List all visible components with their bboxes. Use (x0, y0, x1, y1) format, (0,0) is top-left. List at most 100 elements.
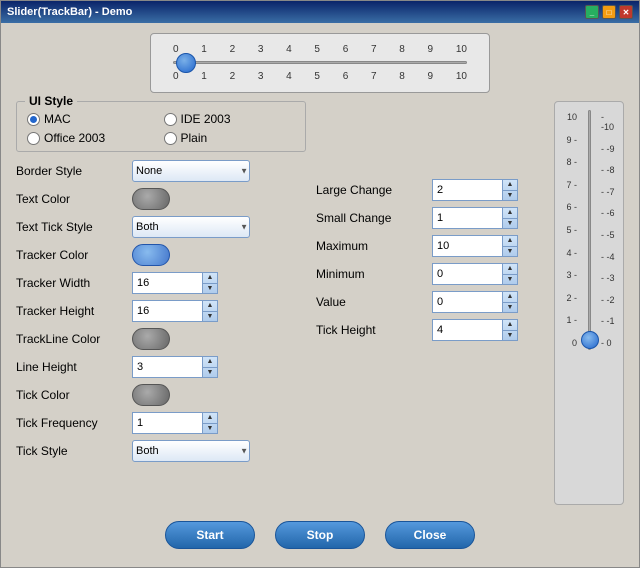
tick-height-label: Tick Height (316, 323, 426, 337)
small-change-spinner: ▲ ▼ (432, 207, 518, 229)
maximum-input[interactable] (432, 235, 502, 257)
radio-office2003-circle[interactable] (27, 132, 40, 145)
radio-plain[interactable]: Plain (164, 131, 296, 145)
stop-button[interactable]: Stop (275, 521, 365, 549)
tracker-height-arrows: ▲ ▼ (202, 300, 218, 322)
large-change-row: Large Change ▲ ▼ (316, 179, 544, 201)
tracker-width-input[interactable] (132, 272, 202, 294)
ui-style-title: UI Style (25, 94, 77, 108)
large-change-up[interactable]: ▲ (503, 180, 517, 191)
tick-frequency-down[interactable]: ▼ (203, 424, 217, 434)
minimize-button[interactable]: _ (585, 5, 599, 19)
small-change-up[interactable]: ▲ (503, 208, 517, 219)
line-height-arrows: ▲ ▼ (202, 356, 218, 378)
minimum-up[interactable]: ▲ (503, 264, 517, 275)
minimum-input[interactable] (432, 263, 502, 285)
tick-height-spinner: ▲ ▼ (432, 319, 518, 341)
tick-style-select[interactable]: Both Top Bottom None (132, 440, 250, 462)
value-down[interactable]: ▼ (503, 303, 517, 313)
close-window-button[interactable]: ✕ (619, 5, 633, 19)
title-bar: Slider(TrackBar) - Demo _ □ ✕ (1, 1, 639, 23)
radio-mac[interactable]: MAC (27, 112, 159, 126)
value-up[interactable]: ▲ (503, 292, 517, 303)
maximize-button[interactable]: □ (602, 5, 616, 19)
radio-office2003[interactable]: Office 2003 (27, 131, 159, 145)
border-style-select[interactable]: None Fixed Single Fixed 3D (132, 160, 250, 182)
border-style-wrapper: None Fixed Single Fixed 3D (132, 160, 250, 182)
small-change-down[interactable]: ▼ (503, 219, 517, 229)
form-area: UI Style MAC IDE 2003 (16, 101, 624, 505)
close-button-label: Close (414, 528, 447, 542)
large-change-input[interactable] (432, 179, 502, 201)
text-tick-style-wrapper: Both Top Bottom None (132, 216, 250, 238)
large-change-down[interactable]: ▼ (503, 191, 517, 201)
vert-ticks-right: - -10 - -9 - -8 - -7 - -6 - -5 - -4 - -3… (599, 110, 617, 350)
start-button[interactable]: Start (165, 521, 255, 549)
tracker-color-label: Tracker Color (16, 248, 126, 262)
line-height-label: Line Height (16, 360, 126, 374)
text-color-button[interactable] (132, 188, 170, 210)
horizontal-track[interactable] (173, 61, 467, 64)
value-spinner: ▲ ▼ (432, 291, 518, 313)
left-column: UI Style MAC IDE 2003 (16, 101, 306, 505)
radio-ide2003-label: IDE 2003 (181, 112, 231, 126)
maximum-down[interactable]: ▼ (503, 247, 517, 257)
text-tick-style-select[interactable]: Both Top Bottom None (132, 216, 250, 238)
horizontal-thumb[interactable] (176, 53, 196, 73)
minimum-row: Minimum ▲ ▼ (316, 263, 544, 285)
radio-ide2003[interactable]: IDE 2003 (164, 112, 296, 126)
tick-height-row: Tick Height ▲ ▼ (316, 319, 544, 341)
value-arrows: ▲ ▼ (502, 291, 518, 313)
tracker-width-down[interactable]: ▼ (203, 284, 217, 294)
tracker-width-up[interactable]: ▲ (203, 273, 217, 284)
close-button[interactable]: Close (385, 521, 475, 549)
tick-color-row: Tick Color (16, 384, 306, 406)
maximum-up[interactable]: ▲ (503, 236, 517, 247)
start-button-label: Start (196, 528, 223, 542)
vertical-track[interactable] (588, 110, 591, 350)
radio-mac-circle[interactable] (27, 113, 40, 126)
text-tick-style-label: Text Tick Style (16, 220, 126, 234)
tracker-color-button[interactable] (132, 244, 170, 266)
tick-frequency-input[interactable] (132, 412, 202, 434)
tracker-height-spinner: ▲ ▼ (132, 300, 218, 322)
tracker-height-input[interactable] (132, 300, 202, 322)
value-input[interactable] (432, 291, 502, 313)
line-height-input[interactable] (132, 356, 202, 378)
slider-preview: 0 1 2 3 4 5 6 7 8 9 10 0 1 (150, 33, 490, 93)
button-row: Start Stop Close (16, 513, 624, 557)
tracker-width-label: Tracker Width (16, 276, 126, 290)
vertical-track-container (579, 110, 599, 350)
radio-plain-circle[interactable] (164, 132, 177, 145)
tick-style-row: Tick Style Both Top Bottom None (16, 440, 306, 462)
minimum-arrows: ▲ ▼ (502, 263, 518, 285)
tick-color-label: Tick Color (16, 388, 126, 402)
radio-ide2003-circle[interactable] (164, 113, 177, 126)
tick-height-down[interactable]: ▼ (503, 331, 517, 341)
tracker-width-spinner: ▲ ▼ (132, 272, 218, 294)
small-change-input[interactable] (432, 207, 502, 229)
line-height-down[interactable]: ▼ (203, 368, 217, 378)
trackline-color-button[interactable] (132, 328, 170, 350)
tracker-height-down[interactable]: ▼ (203, 312, 217, 322)
tick-height-input[interactable] (432, 319, 502, 341)
minimum-down[interactable]: ▼ (503, 275, 517, 285)
value-row: Value ▲ ▼ (316, 291, 544, 313)
maximum-spinner: ▲ ▼ (432, 235, 518, 257)
tracker-color-row: Tracker Color (16, 244, 306, 266)
tick-frequency-up[interactable]: ▲ (203, 413, 217, 424)
text-color-row: Text Color (16, 188, 306, 210)
border-style-label: Border Style (16, 164, 126, 178)
tick-height-arrows: ▲ ▼ (502, 319, 518, 341)
stop-button-label: Stop (307, 528, 334, 542)
ui-style-box: UI Style MAC IDE 2003 (16, 101, 306, 152)
text-tick-style-row: Text Tick Style Both Top Bottom None (16, 216, 306, 238)
line-height-up[interactable]: ▲ (203, 357, 217, 368)
tick-height-up[interactable]: ▲ (503, 320, 517, 331)
tracker-height-up[interactable]: ▲ (203, 301, 217, 312)
tick-color-button[interactable] (132, 384, 170, 406)
large-change-label: Large Change (316, 183, 426, 197)
right-column: Large Change ▲ ▼ Small Change (316, 101, 544, 505)
vertical-thumb[interactable] (581, 331, 599, 349)
radio-mac-label: MAC (44, 112, 71, 126)
